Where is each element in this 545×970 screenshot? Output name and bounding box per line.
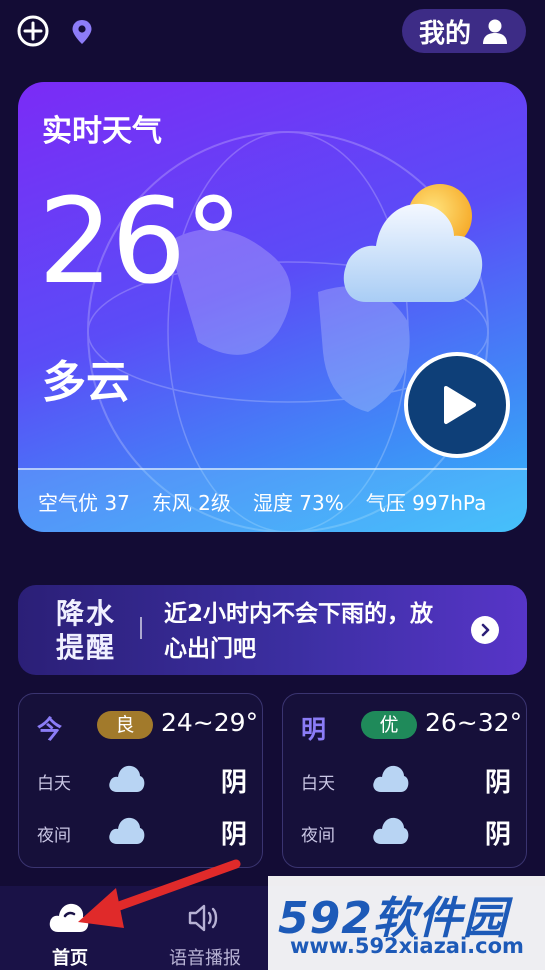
aqi-badge: 良 [97,711,153,739]
rain-text-line2: 心出门吧 [164,636,256,662]
cloudy-icon [373,817,409,844]
night-label: 夜间 [301,826,335,846]
night-row: 夜间 阴 [37,812,247,852]
air-quality: 空气优 37 [38,490,130,515]
pressure: 气压 997hPa [365,490,487,515]
humidity: 湿度 73% [252,490,344,515]
user-icon [483,19,507,44]
plus-circle-icon [17,15,49,47]
rain-reminder-text: 近2小时内不会下雨的，放 心出门吧 [164,597,464,667]
add-city-button[interactable] [16,14,50,48]
daytime-condition: 阴 [484,768,511,798]
wind: 东风 2级 [151,490,231,515]
current-temperature: 26° [38,172,243,310]
play-broadcast-button[interactable] [404,352,510,458]
daytime-label: 白天 [37,774,71,794]
rain-tag-line2: 提醒 [56,631,117,664]
realtime-title: 实时天气 [42,114,162,149]
tomorrow-forecast-card[interactable]: 明 优 26~32° 白天 阴 夜间 阴 [282,693,527,868]
night-row: 夜间 阴 [301,812,511,852]
nav-voice-label: 语音播报 [169,948,241,969]
mine-button[interactable]: 我的 [402,9,526,53]
cloudy-icon [373,765,409,792]
play-icon [444,386,476,424]
chevron-right-icon [481,623,490,637]
location-pin-icon [72,20,92,44]
rain-reminder-banner[interactable]: 降水 提醒 近2小时内不会下雨的，放 心出门吧 [18,585,527,675]
realtime-weather-card[interactable]: 实时天气 26° 多云 空气优 37 东风 2级 湿度 73% 气压 997hP… [18,82,527,532]
watermark: 592软件园 www.592xiazai.com [268,876,545,970]
rain-divider [140,617,142,639]
day-name: 明 [301,715,327,744]
today-forecast-card[interactable]: 今 良 24~29° 白天 阴 夜间 阴 [18,693,263,868]
rain-tag-line1: 降水 [56,597,117,630]
daytime-label: 白天 [301,774,335,794]
watermark-url: www.592xiazai.com [290,934,524,958]
mine-label: 我的 [418,18,471,49]
current-condition: 多云 [42,357,130,408]
rain-text-line1: 近2小时内不会下雨的，放 [164,601,434,627]
partly-cloudy-icon [343,184,483,302]
day-name: 今 [37,715,63,744]
rain-reminder-tag: 降水 提醒 [56,597,120,665]
rain-detail-button[interactable] [471,616,499,644]
temperature-range: 24~29° [161,708,259,737]
aqi-badge: 优 [361,711,417,739]
nav-home-label: 首页 [52,948,88,969]
daytime-row: 白天 阴 [301,760,511,800]
realtime-details-bar: 空气优 37 东风 2级 湿度 73% 气压 997hPa [18,468,527,532]
night-condition: 阴 [484,820,511,850]
cloudy-icon [109,817,145,844]
daytime-condition: 阴 [220,768,247,798]
daytime-row: 白天 阴 [37,760,247,800]
temperature-range: 26~32° [425,708,523,737]
top-bar: 我的 [0,0,545,70]
cloudy-icon [109,765,145,792]
red-arrow-annotation [78,859,241,928]
location-button[interactable] [70,18,94,46]
night-condition: 阴 [220,820,247,850]
night-label: 夜间 [37,826,71,846]
